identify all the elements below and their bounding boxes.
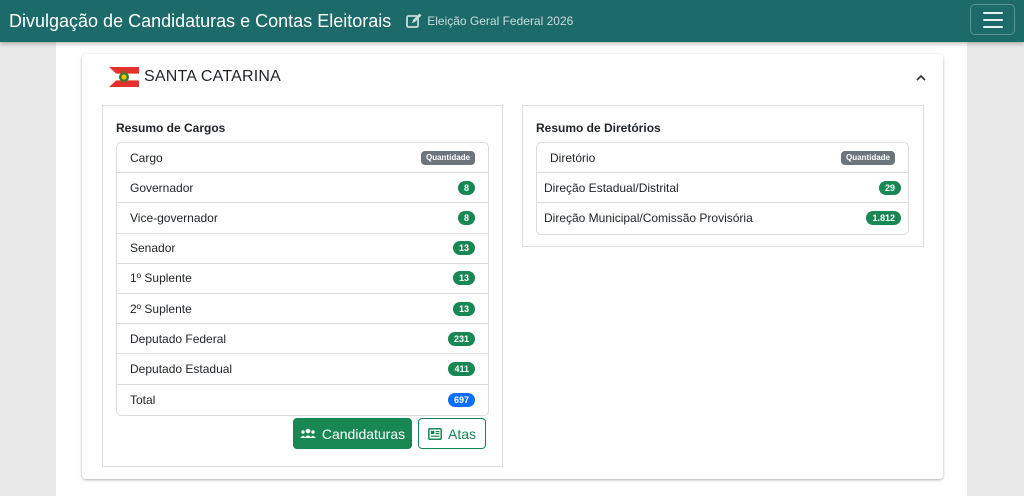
list-item-label: Senador xyxy=(130,241,176,256)
candidaturas-button-label: Candidaturas xyxy=(321,425,406,442)
list-item: Direção Municipal/Comissão Provisória 1.… xyxy=(537,203,908,233)
count-badge: 231 xyxy=(447,331,475,346)
cargos-summary-title: Resumo de Cargos xyxy=(116,121,226,135)
list-item: Senador 13 xyxy=(117,234,488,264)
list-item: 1º Suplente 13 xyxy=(117,264,488,294)
diretorios-list: Diretório Quantidade Direção Estadual/Di… xyxy=(536,142,909,235)
top-navbar: Divulgação de Candidaturas e Contas Elei… xyxy=(0,0,1024,42)
total-badge: 697 xyxy=(447,392,475,407)
list-item: Deputado Estadual 411 xyxy=(117,354,488,385)
quantity-header-badge: Quantidade xyxy=(840,150,895,165)
cargos-list: Cargo Quantidade Governador 8 Vice-gover… xyxy=(116,142,489,416)
diretorios-summary-panel: Resumo de Diretórios Diretório Quantidad… xyxy=(522,105,924,247)
total-label: Total xyxy=(130,392,156,407)
state-title: SANTA CATARINA xyxy=(144,68,282,85)
list-item: 2º Suplente 13 xyxy=(117,294,488,325)
list-item-label: Deputado Estadual xyxy=(130,361,233,376)
cargos-list-header: Cargo Quantidade xyxy=(117,143,488,174)
count-badge: 13 xyxy=(452,301,475,316)
page-container: SANTA CATARINA Resumo de Cargos Cargo Qu… xyxy=(56,42,967,496)
count-badge: 1.812 xyxy=(866,211,901,226)
quantity-header-badge: Quantidade xyxy=(420,150,475,165)
cargos-summary-panel: Resumo de Cargos Cargo Quantidade Govern… xyxy=(102,105,503,467)
list-item-label: Deputado Federal xyxy=(130,331,227,346)
list-item: Governador 8 xyxy=(117,173,488,204)
cargo-column-label: Cargo xyxy=(130,150,163,165)
list-item: Vice-governador 8 xyxy=(117,203,488,234)
edit-square-icon xyxy=(405,12,423,30)
count-badge: 29 xyxy=(878,180,901,195)
list-item-label: Direção Municipal/Comissão Provisória xyxy=(544,211,753,226)
count-badge: 8 xyxy=(457,210,475,225)
diretorios-summary-title: Resumo de Diretórios xyxy=(536,121,661,135)
hamburger-menu-icon xyxy=(982,11,1003,14)
diretorio-column-label: Diretório xyxy=(550,150,596,165)
list-item-label: 2º Suplente xyxy=(130,301,192,316)
chevron-up-icon[interactable] xyxy=(915,71,927,83)
users-group-icon xyxy=(300,428,316,440)
santa-catarina-flag-icon xyxy=(109,67,139,87)
list-item-label: 1º Suplente xyxy=(130,271,192,286)
count-badge: 13 xyxy=(452,271,475,286)
list-item-label: Governador xyxy=(130,180,194,195)
list-item: Deputado Federal 231 xyxy=(117,324,488,355)
state-card: SANTA CATARINA Resumo de Cargos Cargo Qu… xyxy=(82,54,943,479)
count-badge: 411 xyxy=(448,361,475,376)
app-title[interactable]: Divulgação de Candidaturas e Contas Elei… xyxy=(9,11,391,32)
count-badge: 13 xyxy=(452,241,475,256)
list-item-label: Vice-governador xyxy=(130,210,218,225)
list-item-label: Direção Estadual/Distrital xyxy=(544,180,679,195)
atas-button[interactable]: Atas xyxy=(418,418,486,449)
atas-button-label: Atas xyxy=(447,425,476,442)
diretorios-list-header: Diretório Quantidade xyxy=(537,143,908,174)
candidaturas-button[interactable]: Candidaturas xyxy=(293,418,412,449)
total-row: Total 697 xyxy=(117,385,488,415)
state-card-header[interactable]: SANTA CATARINA xyxy=(82,54,943,100)
newspaper-icon xyxy=(428,427,442,440)
hamburger-menu-button[interactable] xyxy=(970,4,1015,35)
count-badge: 8 xyxy=(457,180,475,195)
election-label: Eleição Geral Federal 2026 xyxy=(427,14,574,28)
list-item: Direção Estadual/Distrital 29 xyxy=(537,173,908,204)
